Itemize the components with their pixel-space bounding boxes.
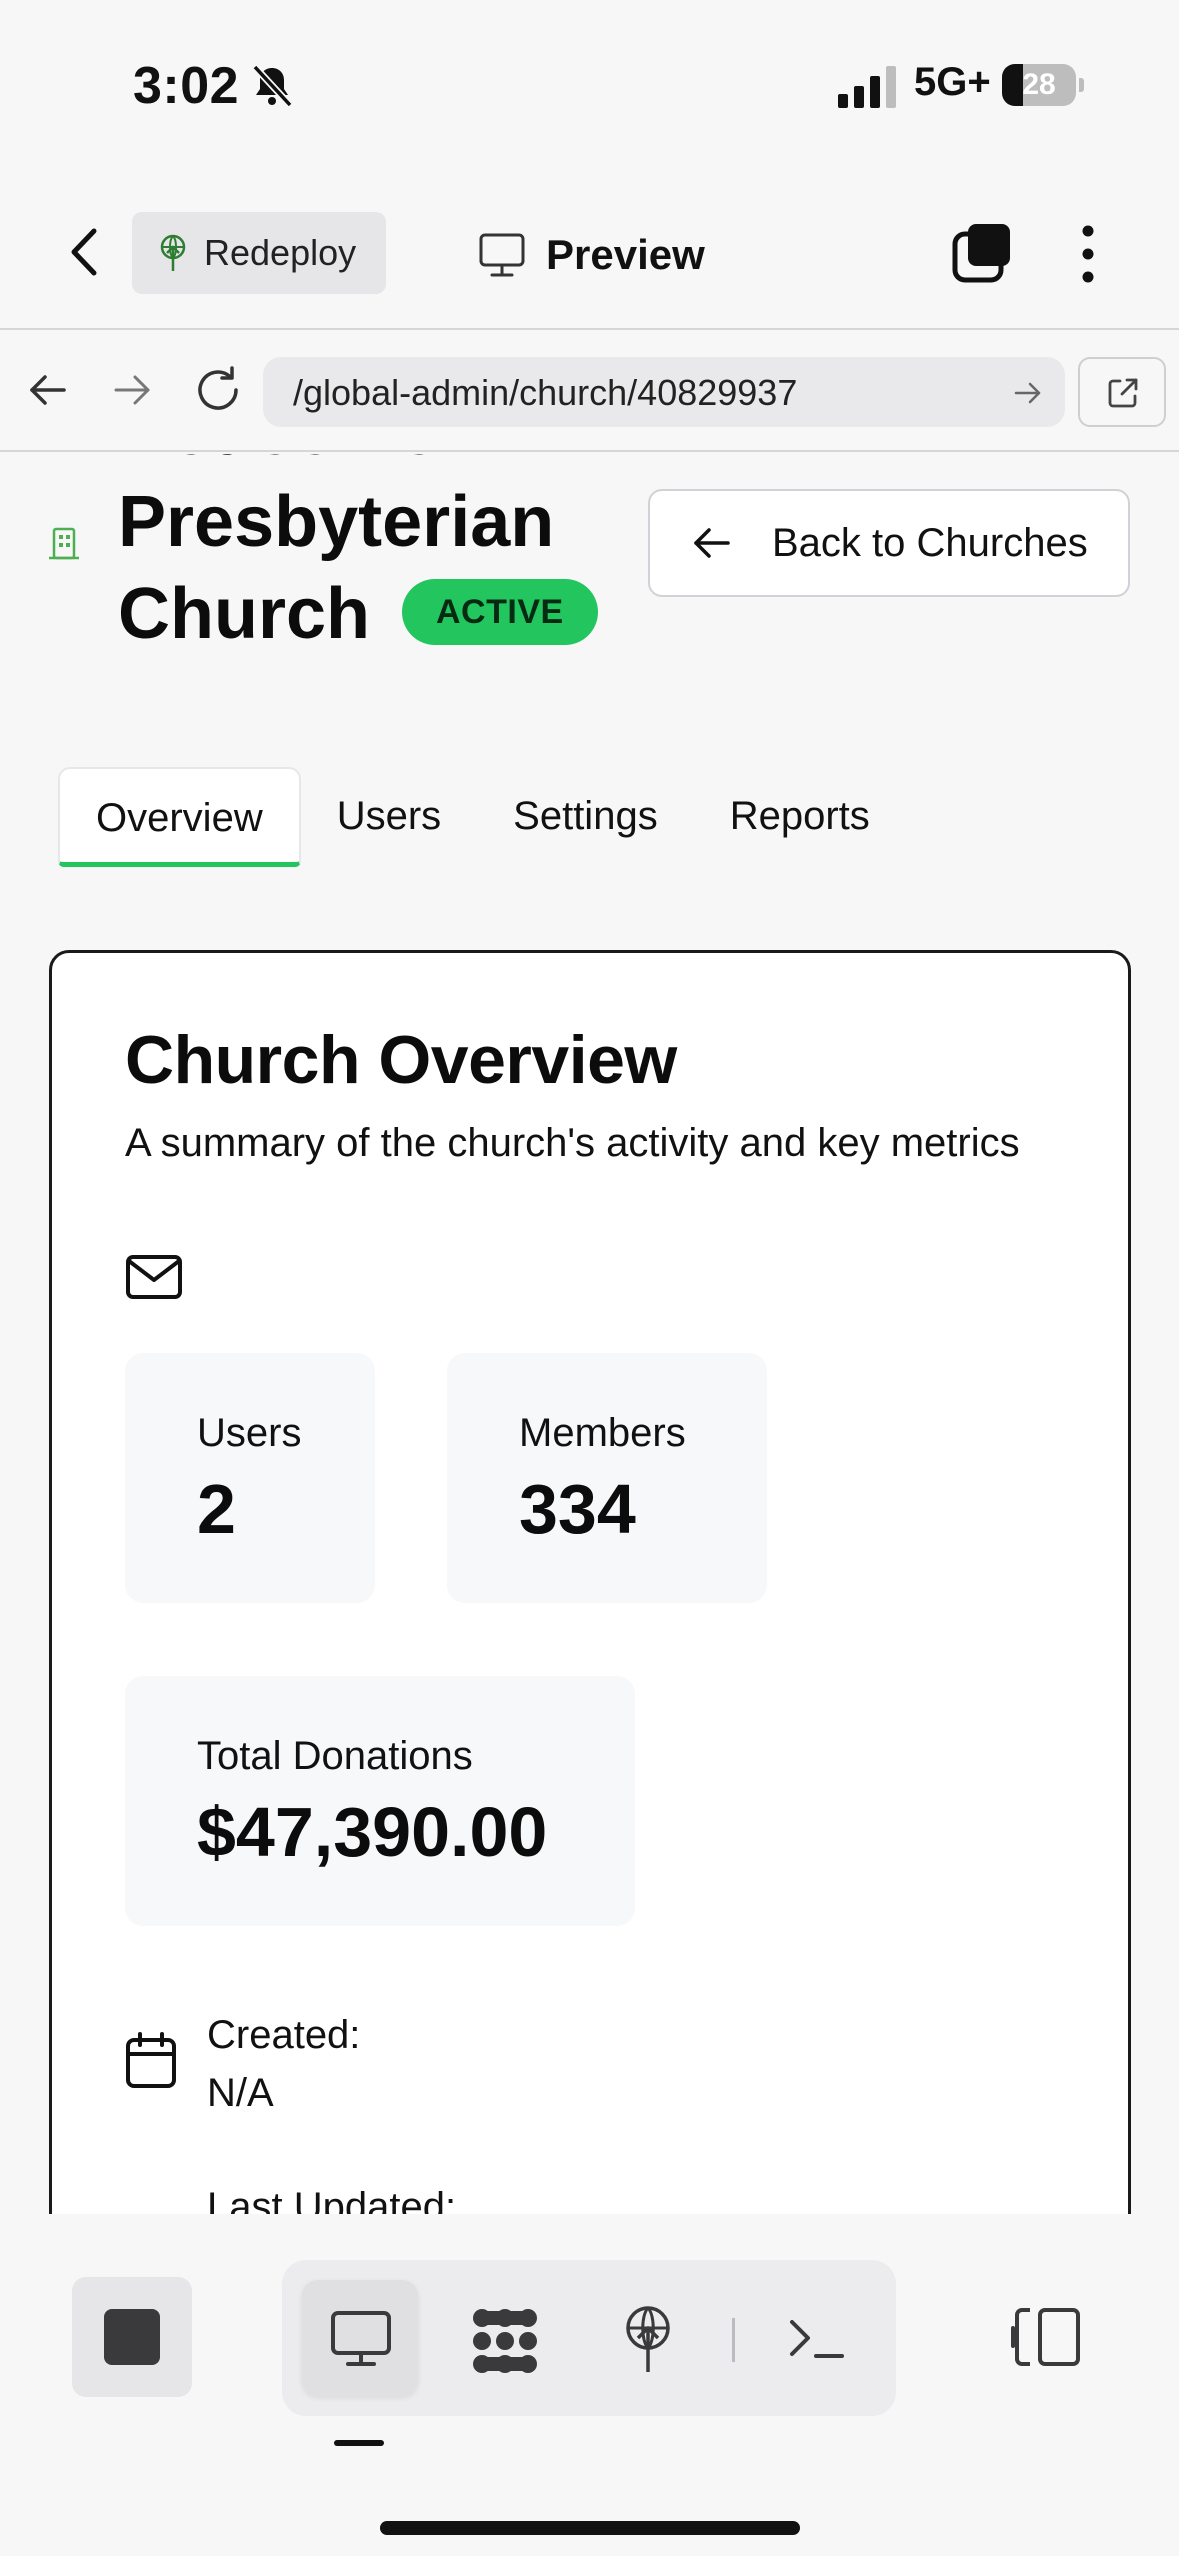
created-label: Created: (207, 2013, 361, 2057)
arrow-right-icon[interactable] (110, 368, 154, 412)
back-to-churches-label: Back to Churches (772, 520, 1088, 565)
tab-overview[interactable]: Overview (58, 767, 301, 867)
page-title: Redeemer Presbyterian ChurchACTIVE (118, 454, 638, 660)
redeploy-label: Redeploy (204, 232, 357, 273)
stat-donations-value: $47,390.00 (197, 1793, 548, 1871)
preview-tab[interactable]: Preview (478, 225, 705, 285)
app-header: Redeploy Preview (0, 175, 1179, 330)
card-title: Church Overview (125, 1022, 677, 1098)
overview-card: Church Overview A summary of the church'… (49, 950, 1131, 2214)
panel-toggle-icon[interactable] (1010, 2306, 1082, 2368)
bell-muted-icon (252, 64, 293, 108)
status-badge: ACTIVE (402, 578, 598, 645)
go-arrow-icon[interactable] (1013, 379, 1043, 407)
stat-donations: Total Donations $47,390.00 (125, 1676, 635, 1926)
redeploy-button[interactable]: Redeploy (132, 212, 386, 294)
created-value: N/A (207, 2071, 274, 2115)
calendar-icon (126, 2032, 176, 2088)
toolbar-divider (732, 2318, 735, 2362)
tool-switcher (282, 2260, 896, 2416)
stat-members-label: Members (519, 1411, 686, 1455)
chevron-left-icon[interactable] (62, 225, 108, 279)
browser-bar: /global-admin/church/40829937 (0, 332, 1179, 452)
open-external-icon (1108, 378, 1138, 408)
url-text: /global-admin/church/40829937 (293, 372, 798, 413)
stop-button[interactable] (72, 2277, 192, 2397)
deploy-tower-icon (160, 234, 186, 271)
layers-icon[interactable] (952, 221, 1014, 283)
kebab-menu-icon[interactable] (1075, 223, 1101, 285)
stat-users-label: Users (197, 1411, 302, 1455)
open-external-button[interactable] (1078, 357, 1166, 427)
stat-users-value: 2 (197, 1470, 236, 1548)
active-tab-indicator (334, 2440, 384, 2446)
building-icon (49, 527, 79, 560)
card-subtitle: A summary of the church's activity and k… (125, 1121, 1020, 1165)
mail-icon (126, 1255, 182, 1299)
stat-members-value: 334 (519, 1470, 636, 1548)
battery-level: 28 (1022, 68, 1056, 101)
reload-icon[interactable] (192, 364, 244, 416)
status-bar: 3:02 5G+ 28 (0, 0, 1179, 175)
stop-icon (104, 2309, 160, 2365)
preview-label: Preview (546, 231, 705, 278)
monitor-icon[interactable] (330, 2310, 392, 2368)
cellular-signal-icon (838, 66, 896, 108)
terminal-icon[interactable] (788, 2314, 846, 2364)
url-field[interactable]: /global-admin/church/40829937 (263, 357, 1065, 427)
deploy-tower-icon[interactable] (620, 2304, 676, 2374)
tab-list: Overview Users Settings Reports (58, 767, 906, 872)
monitor-icon (479, 233, 525, 277)
back-to-churches-button[interactable]: Back to Churches (648, 489, 1130, 597)
tab-users[interactable]: Users (301, 767, 477, 867)
status-time: 3:02 (133, 57, 240, 115)
tab-reports[interactable]: Reports (694, 767, 906, 867)
home-indicator[interactable] (380, 2521, 800, 2535)
last-updated-label: Last Updated: (207, 2185, 457, 2214)
dots-grid-icon[interactable] (468, 2306, 542, 2376)
arrow-left-icon (694, 528, 730, 558)
stat-users: Users 2 (125, 1353, 375, 1603)
stat-members: Members 334 (447, 1353, 767, 1603)
battery-icon: 28 (1002, 64, 1084, 106)
network-type: 5G+ (914, 60, 991, 104)
bottom-toolbar (0, 2214, 1179, 2556)
stat-donations-label: Total Donations (197, 1734, 473, 1778)
arrow-left-icon[interactable] (26, 368, 70, 412)
web-viewport: Redeemer Presbyterian ChurchACTIVE Back … (0, 454, 1179, 2214)
tab-settings[interactable]: Settings (477, 767, 694, 867)
